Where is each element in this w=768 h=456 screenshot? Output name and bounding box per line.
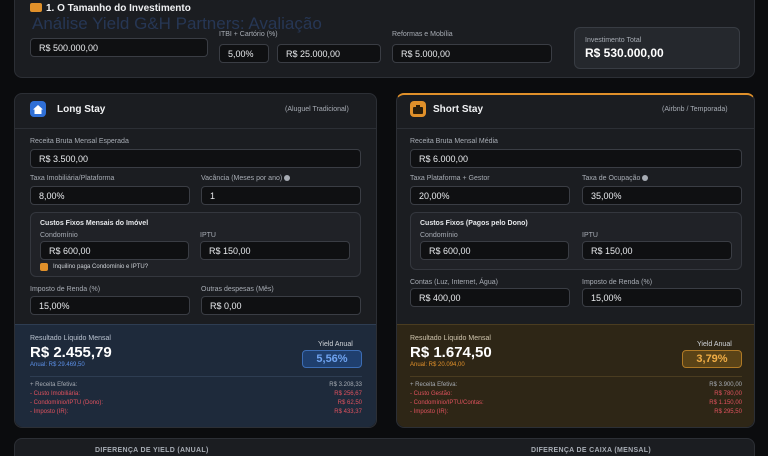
long-yield-label: Yield Anual	[318, 341, 353, 348]
short-condo-label: Condomínio	[420, 232, 458, 239]
short-fee-input[interactable]: 20,00%	[410, 186, 570, 205]
long-tax-label: Imposto de Renda (%)	[30, 286, 101, 293]
divider	[410, 376, 742, 377]
short-bd-label-2: - Condomínio/IPTU/Contas:	[410, 400, 484, 406]
long-bd-label-1: - Custo Imobiliária:	[30, 391, 81, 397]
short-stay-subtitle: (Airbnb / Temporada)	[662, 106, 728, 113]
total-investment-value: R$ 530.000,00	[585, 46, 664, 60]
long-bd-label-3: - Imposto (IR):	[30, 409, 69, 415]
short-bd-label-0: + Receita Efetiva:	[410, 382, 458, 388]
long-iptu-label: IPTU	[200, 232, 216, 239]
tenant-pays-label: Inquilino paga Condomínio e IPTU?	[53, 264, 149, 270]
long-other-label: Outras despesas (Mês)	[201, 286, 274, 293]
total-investment-label: Investimento Total	[585, 37, 642, 44]
divider	[397, 128, 754, 129]
yield-diff-heading: DIFERENÇA DE YIELD (ANUAL)	[95, 447, 209, 454]
short-annual: Anual: R$ 20.094,00	[410, 362, 465, 368]
long-stay-title: Long Stay	[57, 104, 106, 115]
short-rent-input[interactable]: R$ 6.000,00	[410, 149, 742, 168]
tenant-pays-checkbox[interactable]	[40, 263, 48, 271]
itbi-value-field: R$ 25.000,00	[277, 44, 381, 63]
divider	[15, 128, 376, 129]
short-occupancy-input[interactable]: 35,00%	[582, 186, 742, 205]
long-yield-badge: 5,56%	[302, 350, 362, 368]
long-tax-input[interactable]: 15,00%	[30, 296, 190, 315]
long-bd-label-0: + Receita Efetiva:	[30, 382, 78, 388]
short-bd-value-2: R$ 1.150,00	[709, 400, 742, 406]
short-yield-badge: 3,79%	[682, 350, 742, 368]
short-tax-label: Imposto de Renda (%)	[582, 279, 653, 286]
long-condo-input[interactable]: R$ 600,00	[40, 241, 189, 260]
short-occupancy-label: Taxa de Ocupação	[582, 175, 649, 182]
reform-label: Reformas e Mobília	[392, 31, 453, 38]
short-bd-value-3: R$ 295,50	[714, 409, 742, 415]
short-result-label: Resultado Líquido Mensal	[410, 335, 491, 342]
info-icon	[284, 175, 291, 182]
long-annual: Anual: R$ 29.469,50	[30, 362, 85, 368]
short-bills-input[interactable]: R$ 400,00	[410, 288, 570, 307]
coin-icon	[30, 3, 42, 12]
long-result-label: Resultado Líquido Mensal	[30, 335, 111, 342]
long-rent-input[interactable]: R$ 3.500,00	[30, 149, 361, 168]
long-result-value: R$ 2.455,79	[30, 344, 112, 361]
long-bd-label-2: - Condomínio/IPTU (Dono):	[30, 400, 104, 406]
short-condo-input[interactable]: R$ 600,00	[420, 241, 569, 260]
long-rent-label: Receita Bruta Mensal Esperada	[30, 138, 129, 145]
ghost-title-line1: Análise Yield G&H Partners: Avaliação	[32, 14, 322, 33]
long-vacancy-label: Vacância (Meses por ano)	[201, 175, 291, 182]
long-condo-label: Condomínio	[40, 232, 78, 239]
cash-diff-heading: DIFERENÇA DE CAIXA (MENSAL)	[531, 447, 651, 454]
long-other-input[interactable]: R$ 0,00	[201, 296, 361, 315]
short-bills-label: Contas (Luz, Internet, Água)	[410, 279, 498, 286]
long-fixed-title: Custos Fixos Mensais do Imóvel	[40, 220, 149, 227]
long-fee-input[interactable]: 8,00%	[30, 186, 190, 205]
short-fee-label: Taxa Plataforma + Gestor	[410, 175, 490, 182]
short-yield-label: Yield Anual	[697, 341, 732, 348]
long-bd-value-0: R$ 3.208,33	[329, 382, 362, 388]
reform-input[interactable]: R$ 5.000,00	[392, 44, 552, 63]
section-title: 1. O Tamanho do Investimento	[46, 3, 191, 14]
short-iptu-input[interactable]: R$ 150,00	[582, 241, 732, 260]
long-bd-value-2: R$ 62,50	[337, 400, 362, 406]
long-iptu-input[interactable]: R$ 150,00	[200, 241, 350, 260]
short-bd-label-3: - Imposto (IR):	[410, 409, 449, 415]
property-value-input[interactable]: R$ 500.000,00	[30, 38, 208, 57]
short-fixed-title: Custos Fixos (Pagos pelo Dono)	[420, 220, 528, 227]
itbi-label: ITBI + Cartório (%)	[219, 31, 278, 38]
short-tax-input[interactable]: 15,00%	[582, 288, 742, 307]
info-icon	[642, 175, 649, 182]
itbi-percent-input[interactable]: 5,00%	[219, 44, 269, 63]
long-vacancy-input[interactable]: 1	[201, 186, 361, 205]
short-stay-title: Short Stay	[433, 104, 484, 115]
short-bd-value-1: R$ 780,00	[714, 391, 742, 397]
short-bd-value-0: R$ 3.900,00	[709, 382, 742, 388]
long-stay-subtitle: (Aluguel Tradicional)	[285, 106, 349, 113]
short-iptu-label: IPTU	[582, 232, 598, 239]
short-bd-label-1: - Custo Gestão:	[410, 391, 453, 397]
long-bd-value-1: R$ 256,67	[334, 391, 362, 397]
short-rent-label: Receita Bruta Mensal Média	[410, 138, 498, 145]
briefcase-icon	[410, 101, 426, 117]
short-result-value: R$ 1.674,50	[410, 344, 492, 361]
long-bd-value-3: R$ 433,37	[334, 409, 362, 415]
home-icon	[30, 101, 46, 117]
divider	[30, 376, 362, 377]
long-fee-label: Taxa Imobiliária/Plataforma	[30, 175, 115, 182]
